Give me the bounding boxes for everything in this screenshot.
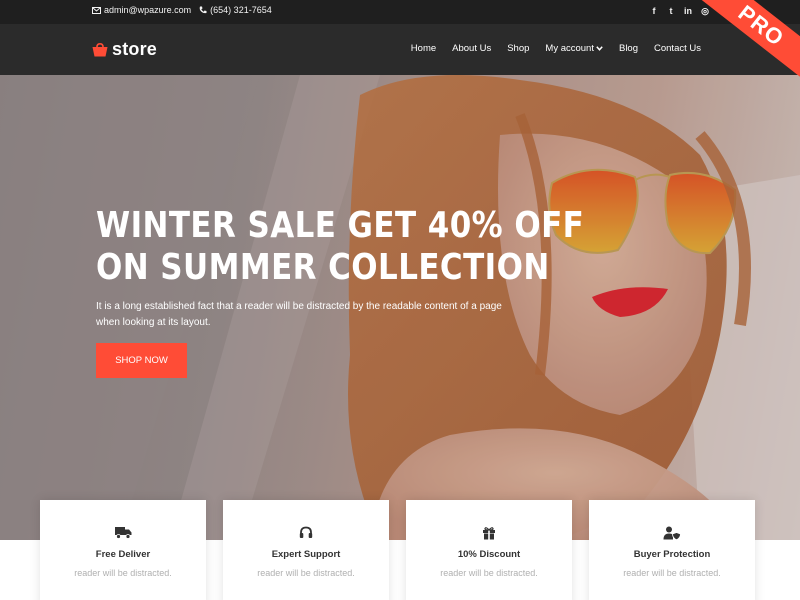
hero-title: WINTER SALE GET 40% OFF ON SUMMER COLLEC… bbox=[96, 205, 584, 289]
headphones-icon bbox=[299, 526, 313, 538]
phone-text: (654) 321-7654 bbox=[210, 5, 272, 15]
nav-home[interactable]: Home bbox=[411, 43, 436, 54]
gift-icon bbox=[483, 527, 495, 540]
feature-card-free-deliver: Free Deliver reader will be distracted. bbox=[40, 500, 206, 600]
feature-description: reader will be distracted. bbox=[257, 568, 355, 578]
shop-now-button[interactable]: SHOP NOW bbox=[96, 343, 187, 378]
twitter-icon[interactable]: t bbox=[667, 6, 675, 17]
email-text: admin@wpazure.com bbox=[104, 5, 192, 15]
feature-card-buyer-protection: Buyer Protection reader will be distract… bbox=[589, 500, 755, 600]
feature-title: 10% Discount bbox=[457, 549, 521, 560]
main-header: store Home About Us Shop My account Blog… bbox=[0, 24, 800, 75]
envelope-icon bbox=[92, 6, 101, 14]
nav-shop[interactable]: Shop bbox=[507, 43, 529, 54]
feature-title: Buyer Protection bbox=[633, 549, 711, 560]
facebook-icon[interactable]: f bbox=[650, 6, 658, 17]
feature-card-discount: 10% Discount reader will be distracted. bbox=[406, 500, 572, 600]
nav-contact-us[interactable]: Contact Us bbox=[654, 43, 701, 54]
email-link[interactable]: admin@wpazure.com bbox=[92, 5, 191, 15]
instagram-icon[interactable]: ◎ bbox=[701, 6, 709, 17]
user-shield-icon bbox=[663, 526, 681, 540]
feature-title: Expert Support bbox=[271, 549, 341, 560]
linkedin-icon[interactable]: in bbox=[684, 6, 692, 17]
hero-banner: WINTER SALE GET 40% OFF ON SUMMER COLLEC… bbox=[0, 75, 800, 540]
social-links: f t in ◎ bbox=[650, 6, 709, 17]
phone-icon bbox=[199, 6, 207, 14]
nav-about-us[interactable]: About Us bbox=[452, 43, 491, 54]
hero-title-line-1: WINTER SALE GET 40% OFF bbox=[96, 205, 585, 246]
feature-card-expert-support: Expert Support reader will be distracted… bbox=[223, 500, 389, 600]
contact-info: admin@wpazure.com (654) 321-7654 bbox=[92, 5, 272, 15]
feature-title: Free Deliver bbox=[95, 549, 151, 560]
main-nav: Home About Us Shop My account Blog Conta… bbox=[411, 43, 701, 54]
nav-blog[interactable]: Blog bbox=[619, 43, 638, 54]
feature-description: reader will be distracted. bbox=[74, 568, 172, 578]
hero-description-line-1: It is a long established fact that a rea… bbox=[96, 301, 502, 312]
chevron-down-icon bbox=[596, 46, 603, 51]
hero-title-line-2: ON SUMMER COLLECTION bbox=[96, 247, 550, 288]
hero-description-line-2: when looking at its layout. bbox=[96, 317, 211, 328]
feature-description: reader will be distracted. bbox=[623, 568, 721, 578]
truck-icon bbox=[114, 527, 131, 539]
logo-text: store bbox=[112, 39, 158, 59]
shopping-bag-icon bbox=[92, 42, 108, 56]
top-bar: admin@wpazure.com (654) 321-7654 f t in … bbox=[0, 0, 800, 24]
hero-description: It is a long established fact that a rea… bbox=[96, 299, 516, 331]
logo[interactable]: store bbox=[92, 39, 157, 60]
nav-my-account[interactable]: My account bbox=[545, 43, 603, 54]
nav-my-account-label: My account bbox=[545, 43, 594, 54]
feature-description: reader will be distracted. bbox=[440, 568, 538, 578]
features-row: Free Deliver reader will be distracted. … bbox=[40, 500, 755, 600]
phone-link[interactable]: (654) 321-7654 bbox=[199, 5, 272, 15]
